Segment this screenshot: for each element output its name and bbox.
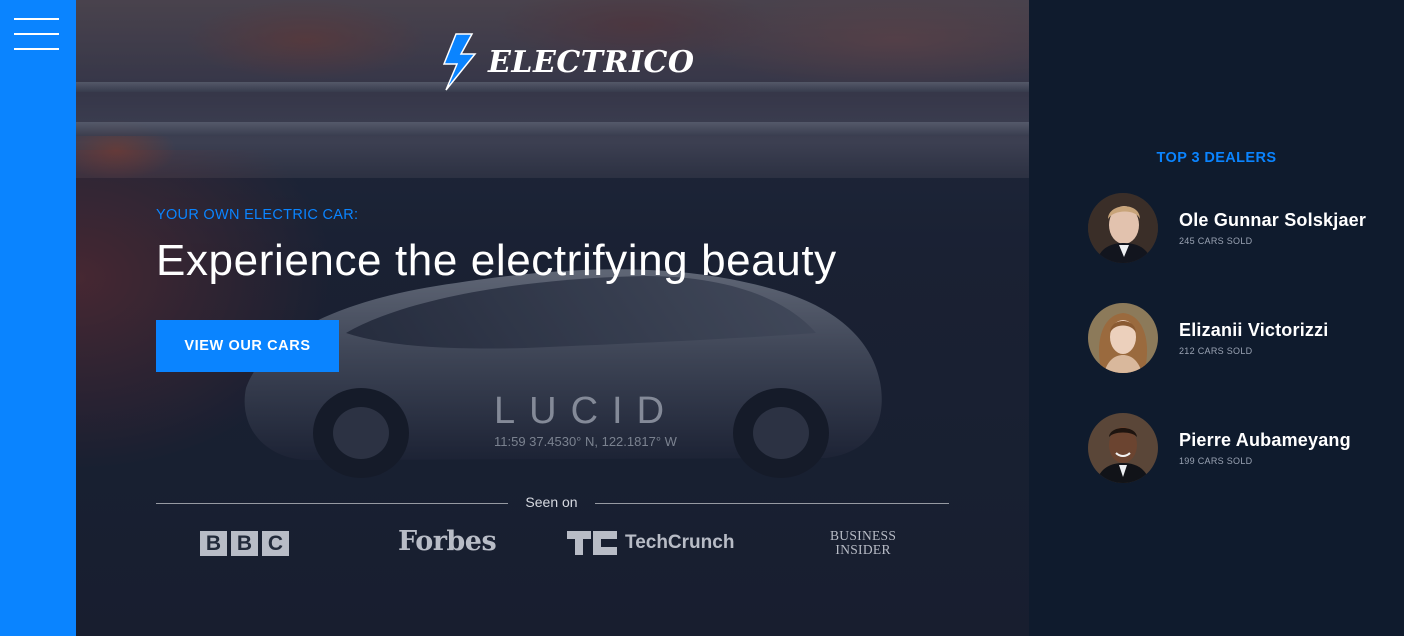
brand-logo[interactable]: ELECTRICO [442,32,695,92]
avatar [1088,413,1158,483]
view-cars-button[interactable]: VIEW OUR CARS [156,320,339,372]
avatar [1088,193,1158,263]
seen-on-label: Seen on [525,494,578,510]
dealer-item[interactable]: Ole Gunnar Solskjaer 245 CARS SOLD [1088,193,1388,263]
techcrunch-wordmark: TechCrunch [625,532,735,553]
dealer-item[interactable]: Elizanii Victorizzi 212 CARS SOLD [1088,303,1388,373]
lightning-bolt-icon [442,33,477,91]
dealer-name: Pierre Aubameyang [1179,430,1351,450]
techcrunch-mark-icon [567,531,617,555]
dealers-panel: TOP 3 DEALERS Ole Gunnar Solskjaer 245 C… [1029,0,1404,636]
bbc-letter: B [200,531,227,556]
business-insider-line: INSIDER [835,542,891,557]
dealer-sold-count: 199 CARS SOLD [1179,456,1253,466]
dealers-title: TOP 3 DEALERS [1156,150,1277,166]
hero-eyebrow: YOUR OWN ELECTRIC CAR: [156,207,359,223]
bbc-letter: C [262,531,289,556]
bbc-logo: B B C [200,531,289,556]
dealer-name: Ole Gunnar Solskjaer [1179,210,1367,230]
techcrunch-logo: TechCrunch [567,531,734,555]
hero-headline: Experience the electrifying beauty [156,236,837,285]
business-insider-line: BUSINESS [830,528,897,543]
sidebar [0,0,76,636]
business-insider-logo: BUSINESS INSIDER [830,529,896,557]
bbc-letter: B [231,531,258,556]
forbes-logo: Forbes [398,526,497,557]
divider [156,503,508,504]
dealer-sold-count: 245 CARS SOLD [1179,236,1253,246]
dealer-sold-count: 212 CARS SOLD [1179,346,1253,356]
dealer-name: Elizanii Victorizzi [1179,320,1329,340]
divider [595,503,949,504]
hero-section: LUCID 11:59 37.4530° N, 122.1817° W ELEC… [76,0,1029,636]
brand-name: ELECTRICO [488,44,695,80]
dealer-item[interactable]: Pierre Aubameyang 199 CARS SOLD [1088,413,1388,483]
avatar [1088,303,1158,373]
hamburger-menu-icon[interactable] [14,18,59,52]
